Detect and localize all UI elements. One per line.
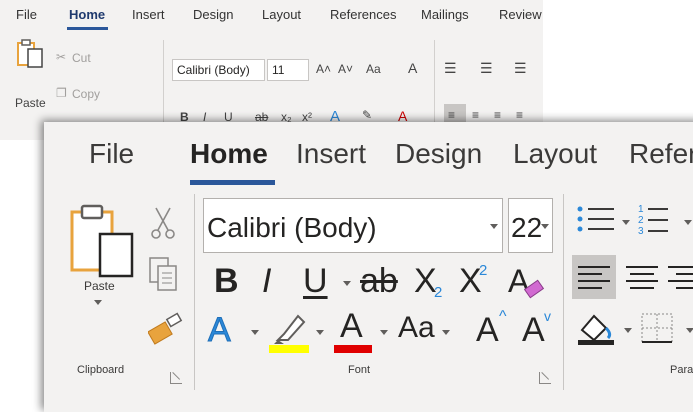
highlight-pen-icon[interactable] (270, 312, 310, 349)
italic-icon[interactable]: I (262, 264, 271, 298)
strikethrough-icon[interactable]: ab (360, 264, 398, 298)
shading-icon[interactable] (576, 310, 616, 351)
font-dialog-launcher-icon[interactable] (539, 372, 551, 384)
align-left-button[interactable] (572, 255, 616, 299)
bg-change-case-label[interactable]: Aa (366, 62, 381, 76)
font-color-bar (334, 345, 372, 353)
bg-bullets-icon[interactable]: ☰ (444, 60, 457, 77)
paste-dropdown-icon[interactable] (94, 300, 102, 305)
paste-icon[interactable] (68, 200, 138, 285)
bg-tab-mailings[interactable]: Mailings (421, 7, 469, 22)
bg-grow-font-icon[interactable]: A˄ (316, 62, 331, 76)
bg-font-name-box[interactable]: Calibri (Body) (172, 59, 265, 81)
bg-paste-label[interactable]: Paste (15, 96, 46, 110)
bg-multilevel-icon[interactable]: ☰ (514, 60, 527, 77)
grow-arrow-icon: ^ (499, 308, 507, 325)
bullets-dropdown-icon[interactable] (622, 220, 630, 225)
tab-insert[interactable]: Insert (296, 138, 366, 170)
background-tab-bar: File Home Insert Design Layout Reference… (0, 0, 543, 32)
text-effects-dropdown-icon[interactable] (251, 330, 259, 335)
borders-dropdown-icon[interactable] (686, 328, 693, 333)
bg-tab-layout[interactable]: Layout (262, 7, 301, 22)
svg-text:1: 1 (638, 204, 644, 215)
shrink-font-icon[interactable]: A (522, 313, 545, 347)
numbering-icon[interactable]: 1 2 3 (638, 202, 668, 241)
tab-references-partial[interactable]: Refer (629, 138, 693, 170)
text-effects-icon[interactable]: A (208, 313, 232, 348)
highlight-dropdown-icon[interactable] (316, 330, 324, 335)
svg-text:A: A (508, 263, 530, 299)
background-ribbon: File Home Insert Design Layout Reference… (0, 0, 543, 140)
superscript-mark: 2 (479, 262, 488, 279)
bg-tab-home[interactable]: Home (69, 7, 105, 22)
bg-numbering-icon[interactable]: ☰ (480, 60, 493, 77)
svg-text:2: 2 (638, 215, 644, 226)
bg-align-left-icon[interactable]: ≡ (448, 108, 455, 122)
bg-copy-icon[interactable]: ❐ (56, 86, 67, 100)
bg-shrink-font-icon[interactable]: A˅ (338, 62, 353, 76)
font-size-value: 22 (511, 212, 543, 243)
borders-icon[interactable] (640, 312, 674, 349)
bg-scissors-icon[interactable]: ✂ (56, 50, 66, 64)
subscript-mark: 2 (434, 284, 443, 301)
change-case-icon[interactable]: Aa (398, 313, 435, 343)
bg-clear-format-icon[interactable]: A (408, 60, 417, 76)
paragraph-group-label: Para (670, 364, 693, 376)
underline-dropdown-icon[interactable] (343, 281, 351, 286)
change-case-dropdown-icon[interactable] (442, 330, 450, 335)
align-right-icon[interactable] (664, 255, 693, 304)
bg-paste-icon[interactable] (16, 38, 46, 75)
bg-highlight-icon[interactable]: ✎ (362, 108, 372, 122)
underline-icon[interactable]: U (303, 264, 328, 298)
bg-tab-file[interactable]: File (16, 7, 37, 22)
active-tab-underline (190, 180, 275, 185)
bg-separator-2 (434, 40, 435, 130)
shrink-arrow-icon: v (544, 308, 551, 324)
align-left-icon (578, 266, 610, 289)
clear-formatting-icon[interactable]: A (506, 262, 546, 307)
bg-tab-insert[interactable]: Insert (132, 7, 165, 22)
font-name-value: Calibri (Body) (207, 212, 377, 243)
font-size-dropdown-icon[interactable] (541, 224, 549, 229)
bold-icon[interactable]: B (214, 264, 239, 298)
bullets-icon[interactable] (576, 204, 616, 239)
clipboard-separator (194, 194, 195, 390)
tab-layout[interactable]: Layout (513, 138, 597, 170)
bg-active-tab-underline (67, 27, 108, 30)
clipboard-group-label: Clipboard (77, 364, 125, 376)
svg-text:3: 3 (638, 226, 644, 236)
font-name-dropdown-icon[interactable] (490, 224, 498, 229)
shading-dropdown-icon[interactable] (624, 328, 632, 333)
bg-justify-icon[interactable]: ≡ (516, 108, 523, 122)
font-name-combobox[interactable]: Calibri (Body) (203, 198, 503, 253)
bg-align-right-icon[interactable]: ≡ (494, 108, 501, 122)
bg-font-size-box[interactable]: 11 (267, 59, 309, 81)
align-center-icon[interactable] (620, 255, 664, 304)
bg-tab-references[interactable]: References (330, 7, 396, 22)
clipboard-dialog-launcher-icon[interactable] (170, 372, 182, 384)
tab-file[interactable]: File (89, 138, 134, 170)
font-color-dropdown-icon[interactable] (380, 330, 388, 335)
tab-design[interactable]: Design (395, 138, 482, 170)
font-group-label: Font (348, 364, 371, 376)
grow-font-icon[interactable]: A (476, 313, 499, 347)
numbering-dropdown-icon[interactable] (684, 220, 692, 225)
copy-icon[interactable] (148, 256, 178, 297)
paste-label[interactable]: Paste (84, 279, 115, 293)
magnified-ribbon: File Home Insert Design Layout Refer Pas… (44, 122, 693, 412)
bg-copy-label[interactable]: Copy (72, 87, 100, 101)
font-separator (563, 194, 564, 390)
bg-tab-design[interactable]: Design (193, 7, 233, 22)
highlight-color-bar (269, 345, 309, 353)
font-color-icon[interactable]: A (340, 309, 363, 343)
cut-scissors-icon[interactable] (150, 206, 176, 245)
bg-tab-review[interactable]: Review (499, 7, 542, 22)
format-painter-icon[interactable] (147, 312, 184, 351)
bg-align-center-icon[interactable]: ≡ (472, 108, 479, 122)
tab-home[interactable]: Home (190, 138, 268, 170)
bg-cut-label[interactable]: Cut (72, 51, 91, 65)
bg-separator (163, 40, 164, 130)
